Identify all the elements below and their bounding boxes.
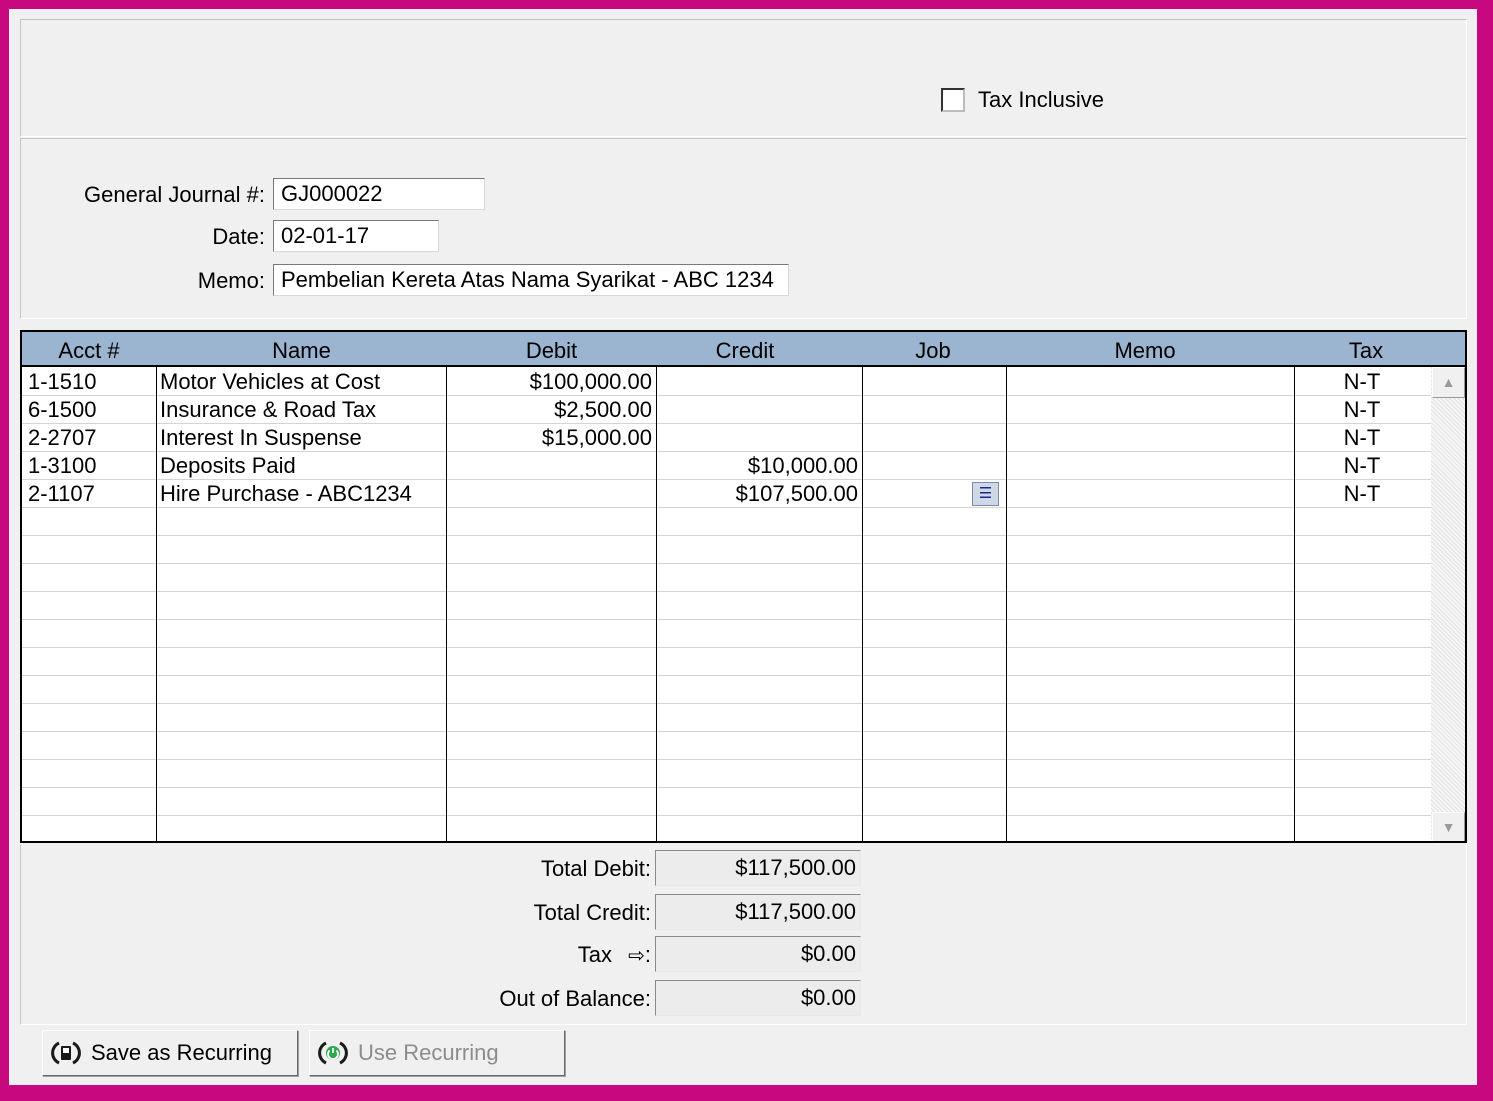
scroll-up-button[interactable]: ▲ xyxy=(1432,367,1465,398)
grid-row-separator xyxy=(22,619,1431,620)
table-row-name[interactable]: Interest In Suspense xyxy=(160,424,444,452)
column-divider xyxy=(1294,367,1295,841)
general-journal-window: Tax Inclusive General Journal #: GJ00002… xyxy=(9,9,1477,1085)
table-row-name[interactable]: Insurance & Road Tax xyxy=(160,396,444,424)
tax-inclusive-checkbox[interactable] xyxy=(941,88,965,112)
scroll-down-button[interactable]: ▼ xyxy=(1432,812,1465,841)
date-label: Date: xyxy=(212,224,265,249)
job-list-icon[interactable]: ☰ xyxy=(972,482,999,506)
tax-total-label: Tax ⇨: xyxy=(577,942,651,969)
column-divider xyxy=(1006,367,1007,841)
column-divider xyxy=(156,367,157,841)
column-header-name: Name xyxy=(272,338,331,363)
grid-header: Acct # Name Debit Credit Job Memo Tax xyxy=(22,332,1465,367)
tax-total-value: $0.00 xyxy=(655,936,861,972)
table-row-acct[interactable]: 1-1510 xyxy=(28,368,154,396)
tax-total-label-text: Tax xyxy=(577,942,612,967)
table-row-acct[interactable]: 6-1500 xyxy=(28,396,154,424)
grid-row-separator xyxy=(22,703,1431,704)
table-row-name[interactable]: Hire Purchase - ABC1234 xyxy=(160,480,444,508)
table-row-tax[interactable]: N-T xyxy=(1296,424,1428,452)
total-credit-label: Total Credit: xyxy=(533,900,651,925)
out-of-balance-label: Out of Balance: xyxy=(499,986,651,1011)
grid-row-separator xyxy=(22,591,1431,592)
column-header-job: Job xyxy=(915,338,951,363)
table-row-debit[interactable]: $100,000.00 xyxy=(448,368,652,396)
save-as-recurring-label: Save as Recurring xyxy=(91,1040,272,1065)
table-row-tax[interactable]: N-T xyxy=(1296,452,1428,480)
save-as-recurring-button[interactable]: Save as Recurring xyxy=(42,1030,298,1076)
grid-row-separator xyxy=(22,759,1431,760)
table-row-acct[interactable]: 2-1107 xyxy=(28,480,154,508)
grid-row-separator xyxy=(22,563,1431,564)
grid-row-separator xyxy=(22,675,1431,676)
column-header-tax: Tax xyxy=(1348,338,1384,363)
grid-row-separator xyxy=(22,535,1431,536)
table-row-debit[interactable]: $15,000.00 xyxy=(448,424,652,452)
memo-label: Memo: xyxy=(197,268,265,293)
table-row-acct[interactable]: 2-2707 xyxy=(28,424,154,452)
table-row-tax[interactable]: N-T xyxy=(1296,396,1428,424)
table-row-acct[interactable]: 1-3100 xyxy=(28,452,154,480)
table-row-name[interactable]: Deposits Paid xyxy=(160,452,444,480)
memo-field[interactable]: Pembelian Kereta Atas Nama Syarikat - AB… xyxy=(273,264,789,296)
grid-row-separator xyxy=(22,647,1431,648)
date-field[interactable]: 02-01-17 xyxy=(273,220,439,252)
use-recurring-button[interactable]: Use Recurring xyxy=(309,1030,565,1076)
use-recurring-label: Use Recurring xyxy=(358,1040,499,1065)
grid-row-separator xyxy=(22,731,1431,732)
total-debit-label: Total Debit: xyxy=(540,856,651,881)
table-row-credit[interactable] xyxy=(658,368,858,396)
column-divider xyxy=(446,367,447,841)
column-header-debit: Debit xyxy=(525,338,578,363)
table-row-debit[interactable] xyxy=(448,480,652,508)
arrow-right-icon[interactable]: ⇨ xyxy=(628,943,645,969)
recurring-use-icon xyxy=(318,1041,348,1065)
table-row-credit[interactable] xyxy=(658,396,858,424)
column-header-credit: Credit xyxy=(715,338,775,363)
table-row-credit[interactable]: $10,000.00 xyxy=(658,452,858,480)
table-row-debit[interactable] xyxy=(448,452,652,480)
top-panel-border xyxy=(20,19,1467,137)
total-credit-value: $117,500.00 xyxy=(655,894,861,930)
table-row-credit[interactable] xyxy=(658,424,858,452)
out-of-balance-value: $0.00 xyxy=(655,980,861,1016)
column-divider xyxy=(862,367,863,841)
recurring-save-icon xyxy=(51,1041,81,1065)
table-row-credit[interactable]: $107,500.00 xyxy=(658,480,858,508)
table-row-tax[interactable]: N-T xyxy=(1296,368,1428,396)
grid-vertical-scrollbar[interactable]: ▲ ▼ xyxy=(1431,367,1465,841)
journal-number-label: General Journal #: xyxy=(84,182,265,207)
total-debit-value: $117,500.00 xyxy=(655,850,861,886)
column-header-memo: Memo xyxy=(1114,338,1176,363)
column-header-acct: Acct # xyxy=(58,338,120,363)
tax-inclusive-label: Tax Inclusive xyxy=(978,87,1104,112)
table-row-tax[interactable]: N-T xyxy=(1296,480,1428,508)
table-row-name[interactable]: Motor Vehicles at Cost xyxy=(160,368,444,396)
journal-number-field[interactable]: GJ000022 xyxy=(273,178,485,210)
column-divider xyxy=(656,367,657,841)
grid-row-separator xyxy=(22,815,1431,816)
grid-row-separator xyxy=(22,787,1431,788)
table-row-debit[interactable]: $2,500.00 xyxy=(448,396,652,424)
journal-lines-grid: Acct # Name Debit Credit Job Memo Tax 1-… xyxy=(20,330,1467,843)
